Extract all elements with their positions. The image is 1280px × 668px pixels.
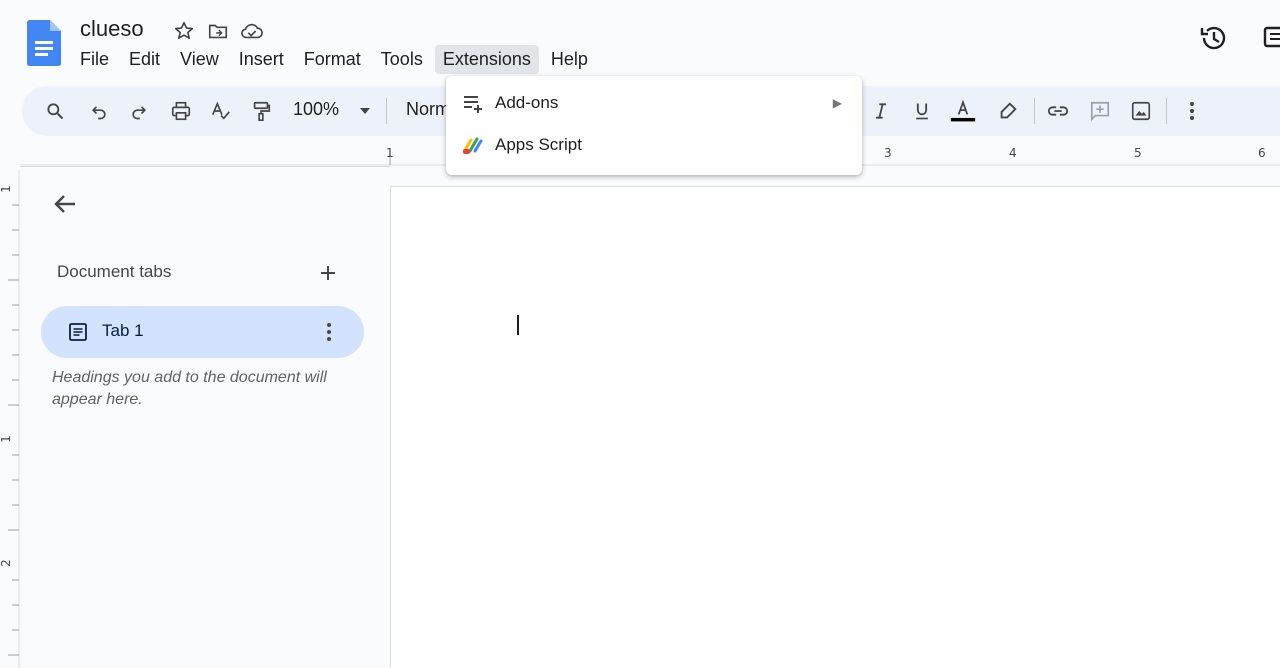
ruler-number: 4 — [1009, 146, 1017, 160]
headings-hint: Headings you add to the document will ap… — [52, 369, 327, 408]
ruler-number: 3 — [884, 146, 892, 160]
version-history-icon[interactable] — [1198, 22, 1230, 54]
document-page[interactable] — [390, 186, 1280, 668]
insert-link-icon[interactable] — [1045, 98, 1071, 124]
text-color-icon[interactable] — [950, 96, 976, 126]
star-icon[interactable] — [172, 19, 196, 43]
paragraph-style-select[interactable]: Normal text — [406, 99, 446, 120]
back-arrow-icon[interactable] — [50, 189, 80, 219]
paint-format-icon[interactable] — [248, 98, 274, 124]
menu-edit[interactable]: Edit — [121, 45, 168, 74]
italic-icon[interactable] — [868, 98, 894, 124]
addons-icon — [462, 92, 484, 114]
ruler-number: 1 — [0, 185, 13, 193]
zoom-select[interactable]: 100% — [293, 99, 339, 120]
vertical-ruler[interactable]: 1 1 2 — [0, 170, 20, 668]
menu-item-label: Apps Script — [495, 135, 582, 154]
redo-icon[interactable] — [126, 98, 152, 124]
print-icon[interactable] — [168, 98, 194, 124]
spelling-check-icon[interactable] — [208, 98, 234, 124]
menu-extensions[interactable]: Extensions — [434, 44, 539, 74]
menu-view[interactable]: View — [172, 45, 227, 74]
search-menus-icon[interactable] — [42, 98, 68, 124]
document-tabs-heading: Document tabs — [57, 262, 172, 281]
menu-format[interactable]: Format — [296, 45, 369, 74]
docs-logo-icon[interactable] — [27, 20, 61, 66]
apps-script-icon — [462, 134, 484, 156]
ruler-number: 6 — [1258, 146, 1266, 160]
menu-tools[interactable]: Tools — [373, 45, 431, 74]
text-cursor — [517, 315, 519, 335]
highlight-color-icon[interactable] — [995, 98, 1021, 124]
comments-icon[interactable] — [1262, 24, 1280, 52]
tab-item-tab-1[interactable]: Tab 1 — [41, 306, 364, 358]
document-tabs-sidebar: Document tabs Tab 1 Headings you add to … — [20, 166, 390, 668]
menu-item-add-ons[interactable]: Add-ons ▶ — [446, 82, 862, 124]
undo-icon[interactable] — [86, 98, 112, 124]
add-tab-icon[interactable] — [316, 261, 340, 285]
menu-item-apps-script[interactable]: Apps Script — [446, 124, 862, 166]
tab-options-icon[interactable] — [317, 320, 341, 344]
menu-help[interactable]: Help — [543, 45, 596, 74]
menu-insert[interactable]: Insert — [231, 45, 292, 74]
document-title[interactable]: clueso — [80, 16, 144, 42]
submenu-arrow-icon: ▶ — [832, 96, 842, 110]
insert-image-icon[interactable] — [1128, 98, 1154, 124]
move-to-folder-icon[interactable] — [206, 19, 230, 43]
more-options-icon[interactable] — [1179, 98, 1205, 124]
menu-bar: File Edit View Insert Format Tools Exten… — [72, 44, 600, 74]
cloud-saved-icon[interactable] — [240, 19, 264, 43]
extensions-menu: Add-ons ▶ Apps Script — [446, 76, 862, 175]
ruler-number: 2 — [0, 559, 13, 567]
tab-label: Tab 1 — [102, 321, 144, 340]
zoom-dropdown-icon[interactable] — [352, 98, 378, 124]
ruler-number: 1 — [0, 435, 13, 443]
document-icon — [69, 323, 87, 341]
add-comment-icon[interactable] — [1087, 98, 1113, 124]
underline-icon[interactable] — [909, 98, 935, 124]
menu-file[interactable]: File — [72, 45, 117, 74]
menu-item-label: Add-ons — [495, 93, 559, 112]
ruler-number: 5 — [1134, 146, 1142, 160]
ruler-number: 1 — [386, 146, 394, 160]
